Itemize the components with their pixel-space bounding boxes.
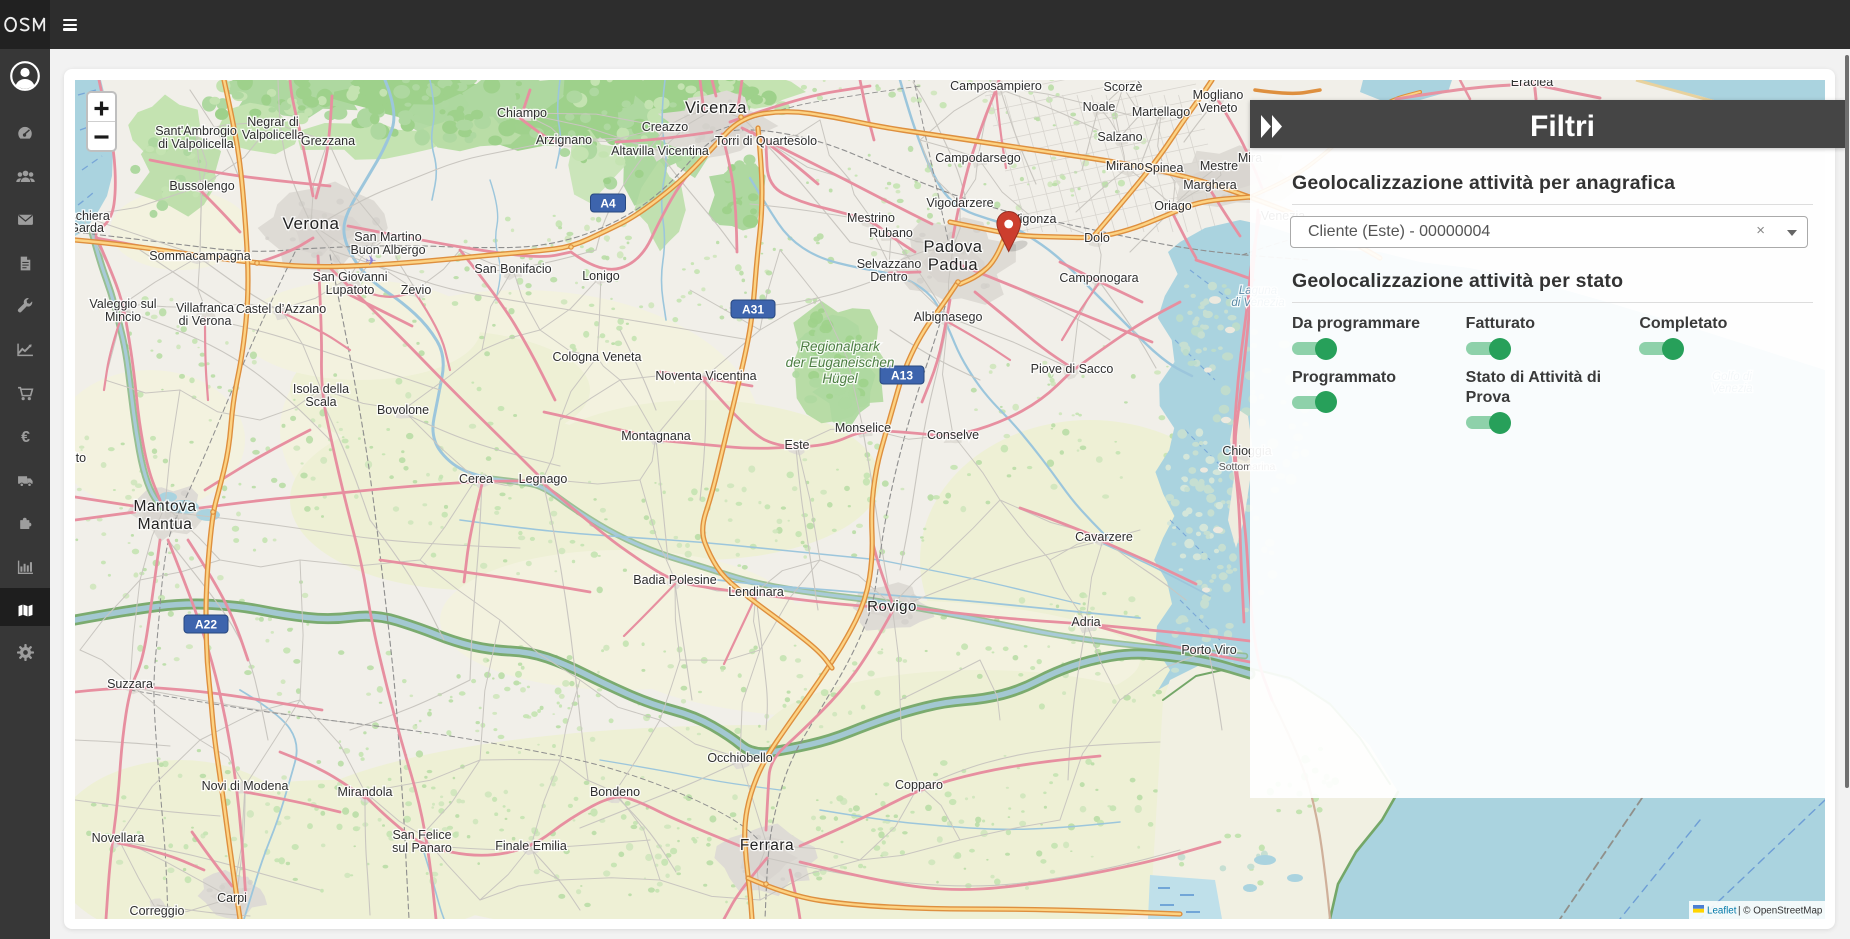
svg-text:Chiampo: Chiampo xyxy=(497,106,547,120)
svg-text:Copparo: Copparo xyxy=(895,778,943,792)
svg-text:Finale Emilia: Finale Emilia xyxy=(495,839,567,853)
svg-text:Campodarsego: Campodarsego xyxy=(935,151,1021,165)
svg-text:Valpolicella: Valpolicella xyxy=(242,128,304,142)
svg-text:Rubano: Rubano xyxy=(869,226,913,240)
svg-text:Arzignano: Arzignano xyxy=(536,133,592,147)
svg-text:Bussolengo: Bussolengo xyxy=(169,179,234,193)
svg-text:Vigodarzere: Vigodarzere xyxy=(926,196,993,210)
svg-text:der Euganeischen: der Euganeischen xyxy=(786,355,895,370)
svg-text:Occhiobello: Occhiobello xyxy=(707,751,772,765)
svg-text:Scala: Scala xyxy=(305,395,336,409)
svg-text:Oriago: Oriago xyxy=(1154,199,1192,213)
svg-text:Grezzana: Grezzana xyxy=(301,134,355,148)
svg-text:Novellara: Novellara xyxy=(92,831,145,845)
svg-text:di Valpolicella: di Valpolicella xyxy=(158,137,234,151)
svg-text:Eraclea: Eraclea xyxy=(1511,80,1553,89)
svg-text:oito: oito xyxy=(75,451,86,465)
svg-text:sul Panaro: sul Panaro xyxy=(392,841,452,855)
svg-text:San Bonifacio: San Bonifacio xyxy=(474,262,551,276)
svg-text:Marghera: Marghera xyxy=(1183,178,1237,192)
svg-text:Negrar di: Negrar di xyxy=(247,115,298,129)
svg-text:Camponogara: Camponogara xyxy=(1059,271,1138,285)
svg-text:Cologna Veneta: Cologna Veneta xyxy=(553,350,642,364)
svg-text:San Felice: San Felice xyxy=(392,828,451,842)
svg-text:Villafranca: Villafranca xyxy=(176,301,234,315)
svg-text:Carpi: Carpi xyxy=(217,891,247,905)
svg-text:Albignasego: Albignasego xyxy=(914,310,983,324)
svg-text:Montagnana: Montagnana xyxy=(621,429,691,443)
svg-text:Legnago: Legnago xyxy=(519,472,568,486)
svg-text:Padua: Padua xyxy=(928,256,979,274)
svg-text:Lendinara: Lendinara xyxy=(728,585,784,599)
svg-text:| © OpenStreetMap: | © OpenStreetMap xyxy=(1738,906,1823,917)
svg-text:Lupatoto: Lupatoto xyxy=(326,283,375,297)
svg-text:Verona: Verona xyxy=(283,214,340,233)
svg-text:Buon Albergo: Buon Albergo xyxy=(350,243,425,257)
svg-text:Vicenza: Vicenza xyxy=(685,99,747,117)
svg-text:Dentro: Dentro xyxy=(870,270,908,284)
svg-text:Mirandola: Mirandola xyxy=(338,785,393,799)
svg-text:Mogliano: Mogliano xyxy=(1193,88,1244,102)
svg-text:Bovolone: Bovolone xyxy=(377,403,429,417)
svg-text:Rovigo: Rovigo xyxy=(867,598,917,615)
svg-text:Sommacampagna: Sommacampagna xyxy=(149,249,250,263)
svg-text:Isola della: Isola della xyxy=(293,382,349,396)
svg-text:Padova: Padova xyxy=(924,238,983,256)
svg-text:Novi di Modena: Novi di Modena xyxy=(202,779,289,793)
svg-text:Mantova: Mantova xyxy=(134,498,197,515)
svg-text:el Garda: el Garda xyxy=(75,221,104,235)
svg-text:Mirano: Mirano xyxy=(1106,159,1144,173)
svg-text:Castel d’Azzano: Castel d’Azzano xyxy=(236,302,326,316)
svg-text:A4: A4 xyxy=(600,197,616,211)
svg-text:Bondeno: Bondeno xyxy=(590,785,640,799)
svg-text:San Martino: San Martino xyxy=(354,230,421,244)
svg-text:Spinea: Spinea xyxy=(1145,161,1184,175)
svg-text:Creazzo: Creazzo xyxy=(642,120,689,134)
svg-text:Noale: Noale xyxy=(1083,100,1116,114)
svg-text:Mantua: Mantua xyxy=(138,516,193,533)
svg-text:Porto Viro: Porto Viro xyxy=(1181,643,1236,657)
svg-text:Camposampiero: Camposampiero xyxy=(950,80,1042,93)
svg-text:A13: A13 xyxy=(891,369,913,383)
svg-text:Torri di Quartesolo: Torri di Quartesolo xyxy=(715,134,817,148)
svg-text:San Giovanni: San Giovanni xyxy=(312,270,387,284)
svg-text:Cavarzere: Cavarzere xyxy=(1075,530,1133,544)
svg-text:Mincio: Mincio xyxy=(105,310,141,324)
svg-text:Lonigo: Lonigo xyxy=(582,269,620,283)
svg-text:Sant'Ambrogio: Sant'Ambrogio xyxy=(155,124,237,138)
svg-text:Cerea: Cerea xyxy=(459,472,493,486)
svg-text:Piove di Sacco: Piove di Sacco xyxy=(1031,362,1114,376)
svg-text:Zevio: Zevio xyxy=(401,283,432,297)
svg-text:Salzano: Salzano xyxy=(1097,130,1142,144)
svg-text:Este: Este xyxy=(784,438,809,452)
svg-text:Altavilla Vicentina: Altavilla Vicentina xyxy=(611,144,709,158)
svg-text:A31: A31 xyxy=(742,303,764,317)
svg-text:A22: A22 xyxy=(195,618,217,632)
svg-text:✈: ✈ xyxy=(366,253,377,268)
svg-text:Suzzara: Suzzara xyxy=(107,677,153,691)
svg-text:Selvazzano: Selvazzano xyxy=(857,257,922,271)
svg-text:Veneto: Veneto xyxy=(1199,101,1238,115)
svg-text:Badia Polesine: Badia Polesine xyxy=(633,573,716,587)
svg-text:Regionalpark: Regionalpark xyxy=(800,339,881,354)
svg-text:Mestre: Mestre xyxy=(1200,159,1238,173)
svg-text:Ferrara: Ferrara xyxy=(740,837,794,854)
svg-text:Martellago: Martellago xyxy=(1132,105,1190,119)
svg-text:Dolo: Dolo xyxy=(1084,231,1110,245)
svg-text:Scorzè: Scorzè xyxy=(1104,80,1143,94)
svg-text:Valeggio sul: Valeggio sul xyxy=(89,297,156,311)
svg-text:Conselve: Conselve xyxy=(927,428,979,442)
svg-text:Leaflet: Leaflet xyxy=(1707,906,1737,917)
svg-text:Adria: Adria xyxy=(1071,615,1100,629)
svg-text:€: € xyxy=(21,429,30,445)
svg-text:Mestrino: Mestrino xyxy=(847,211,895,225)
svg-text:Monselice: Monselice xyxy=(835,421,891,435)
svg-text:Hügel: Hügel xyxy=(822,371,858,386)
svg-text:Correggio: Correggio xyxy=(130,904,185,918)
svg-text:di Verona: di Verona xyxy=(179,314,232,328)
svg-text:Noventa Vicentina: Noventa Vicentina xyxy=(655,369,756,383)
